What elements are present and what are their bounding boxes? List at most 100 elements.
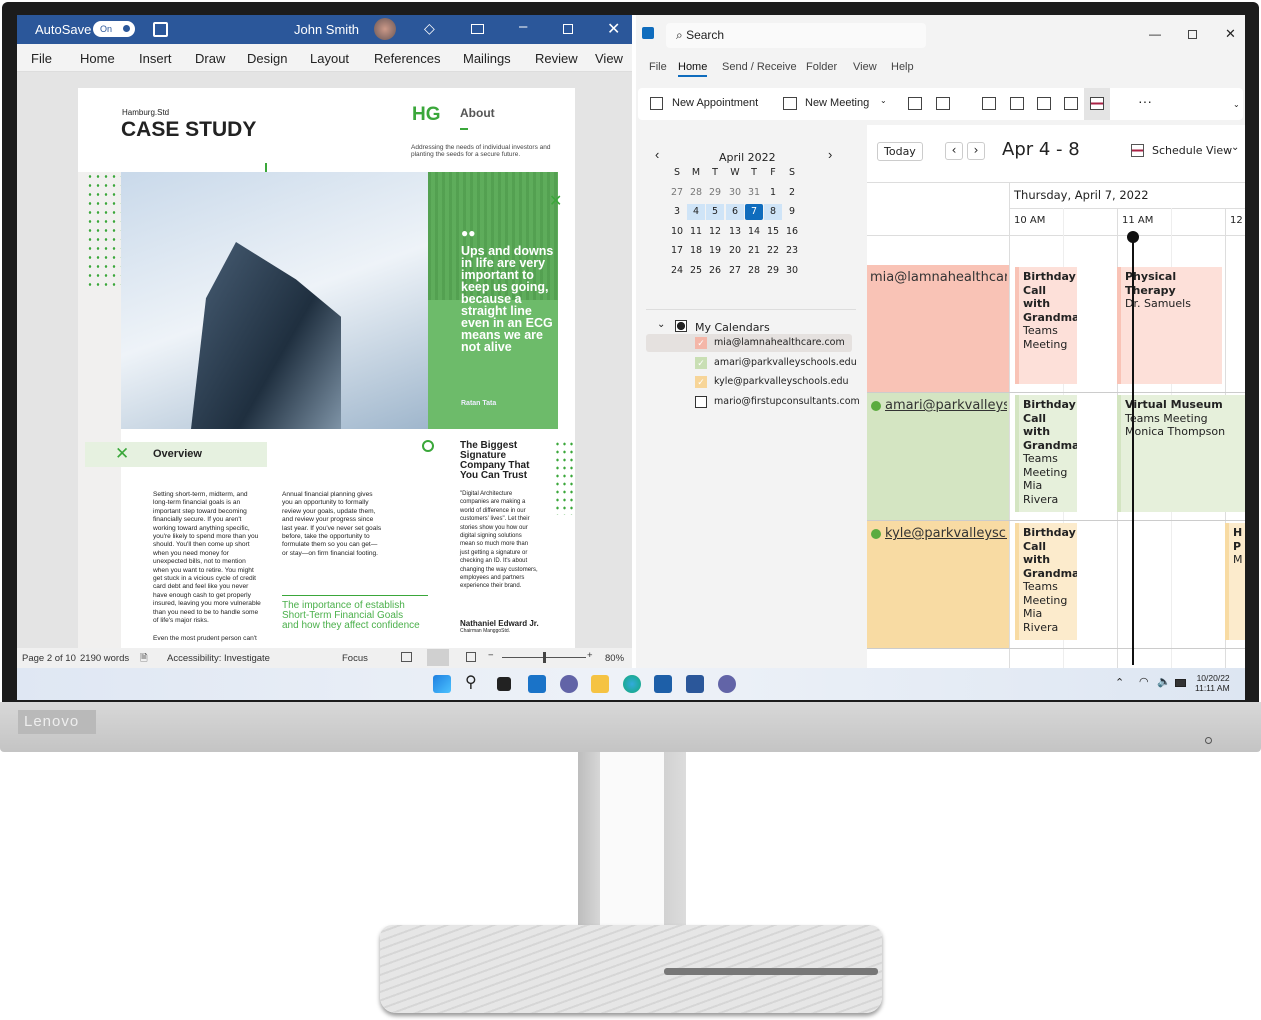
mini-cal-day[interactable]: 20	[726, 243, 744, 259]
volume-icon[interactable]: 🔈	[1157, 675, 1171, 688]
go-to-today-icon[interactable]	[908, 97, 922, 110]
calendar-event[interactable]: Virtual Museum Teams Meeting Monica Thomps…	[1117, 395, 1245, 512]
mini-cal-day[interactable]: 29	[764, 263, 782, 279]
tab-insert[interactable]: Insert	[139, 51, 172, 66]
prev-range-button[interactable]: ‹	[945, 142, 963, 160]
power-icon[interactable]	[1205, 737, 1212, 744]
mini-cal-day[interactable]: 10	[668, 224, 686, 240]
calendar-event[interactable]: Birthday Call with Grandma Teams Meeting	[1015, 267, 1077, 384]
zoom-out-button[interactable]: −	[488, 650, 494, 661]
mini-cal-day[interactable]: 5	[706, 204, 724, 221]
mini-cal-day[interactable]: 23	[783, 243, 801, 259]
mini-cal-day[interactable]: 13	[726, 224, 744, 240]
mini-cal-day[interactable]: 22	[764, 243, 782, 259]
week-view-icon[interactable]	[1037, 97, 1051, 110]
tab-home[interactable]: Home	[80, 51, 115, 66]
calendar-checkbox[interactable]: ✓	[695, 376, 707, 388]
accessibility-status[interactable]: Accessibility: Investigate	[167, 653, 270, 664]
search-input[interactable]: ⌕ Search	[666, 23, 926, 48]
chevron-down-icon[interactable]: ⌄	[1231, 142, 1239, 153]
document-area[interactable]: Hamburg.Std CASE STUDY HG About Addressi…	[17, 72, 632, 648]
calendar-event[interactable]: Birthday Call with Grandma Teams Meeting Mi…	[1015, 395, 1077, 512]
more-options-button[interactable]: ···	[1138, 93, 1152, 109]
edge-icon[interactable]	[623, 675, 641, 693]
calendar-event[interactable]: Birthday Call with Grandma Teams Meeting Mi…	[1015, 523, 1077, 640]
mini-cal-day[interactable]: 6	[726, 204, 744, 221]
autosave-toggle[interactable]: On	[93, 21, 135, 37]
collapse-ribbon-icon[interactable]: ⌄	[1233, 100, 1240, 109]
wifi-icon[interactable]: ◠	[1139, 675, 1149, 688]
mini-cal-day[interactable]: 3	[668, 204, 686, 220]
mini-cal-day[interactable]: 27	[726, 263, 744, 279]
view-switcher[interactable]: Schedule View	[1152, 144, 1232, 157]
mini-cal-day[interactable]: 16	[783, 224, 801, 240]
store-icon[interactable]	[654, 675, 672, 693]
mini-cal-day[interactable]: 9	[783, 204, 801, 220]
zoom-in-button[interactable]: +	[587, 650, 593, 661]
tab-draw[interactable]: Draw	[195, 51, 225, 66]
mini-cal-day[interactable]: 26	[706, 263, 724, 279]
mini-cal-day[interactable]: 30	[783, 263, 801, 279]
mini-cal-day[interactable]: 4	[687, 204, 705, 221]
tab-view[interactable]: View	[595, 51, 623, 66]
mini-cal-day[interactable]: 28	[745, 263, 763, 279]
menu-send-receive[interactable]: Send / Receive	[722, 61, 797, 73]
restore-icon[interactable]	[563, 24, 573, 34]
web-layout-icon[interactable]	[466, 652, 476, 662]
new-appointment-button[interactable]: New Appointment	[672, 97, 758, 109]
search-icon[interactable]: ⚲	[465, 672, 483, 691]
menu-file[interactable]: File	[649, 61, 667, 73]
zoom-slider-thumb[interactable]	[543, 652, 546, 663]
prev-month-button[interactable]: ‹	[655, 147, 659, 162]
teams-icon[interactable]	[718, 675, 736, 693]
next-range-button[interactable]: ›	[967, 142, 985, 160]
group-checkbox[interactable]	[675, 320, 687, 332]
menu-folder[interactable]: Folder	[806, 61, 837, 73]
document-page[interactable]: Hamburg.Std CASE STUDY HG About Addressi…	[78, 88, 575, 648]
battery-icon[interactable]	[1175, 679, 1186, 687]
read-mode-icon[interactable]	[401, 652, 412, 662]
menu-help[interactable]: Help	[891, 61, 914, 73]
mini-cal-day[interactable]: 28	[687, 185, 705, 201]
mini-cal-day[interactable]: 14	[745, 224, 763, 240]
calendar-row-name[interactable]: amari@parkvalleysc	[885, 398, 1007, 413]
chat-icon[interactable]	[560, 675, 578, 693]
new-meeting-button[interactable]: New Meeting	[805, 97, 869, 109]
zoom-level[interactable]: 80%	[605, 653, 624, 664]
calendar-checkbox[interactable]: ✓	[695, 356, 707, 369]
save-icon[interactable]	[153, 22, 168, 37]
focus-button[interactable]: Focus	[342, 653, 368, 664]
tab-mailings[interactable]: Mailings	[463, 51, 511, 66]
calendar-item[interactable]: kyle@parkvalleyschools.edu	[714, 376, 849, 387]
maximize-icon[interactable]	[1188, 30, 1197, 39]
mini-cal-day[interactable]: 18	[687, 243, 705, 259]
avatar[interactable]	[374, 18, 396, 40]
mini-cal-day[interactable]: 15	[764, 224, 782, 240]
mini-cal-day[interactable]: 1	[764, 185, 782, 201]
start-button[interactable]	[433, 675, 451, 693]
mini-cal-day[interactable]: 19	[706, 243, 724, 259]
minimize-icon[interactable]: —	[1149, 27, 1161, 41]
close-icon[interactable]: ✕	[607, 19, 620, 39]
diamond-icon[interactable]: ◇	[424, 20, 435, 37]
mini-cal-day[interactable]: 21	[745, 243, 763, 259]
work-week-icon[interactable]	[1010, 97, 1024, 110]
mini-cal-day[interactable]: 25	[687, 263, 705, 279]
tab-layout[interactable]: Layout	[310, 51, 349, 66]
month-view-icon[interactable]	[1064, 97, 1078, 110]
chevron-down-icon[interactable]: ⌄	[657, 319, 665, 330]
mini-cal-day[interactable]: 2	[783, 185, 801, 201]
today-button[interactable]: Today	[877, 142, 923, 161]
mini-cal-day[interactable]: 11	[687, 224, 705, 240]
mini-cal-day[interactable]: 31	[745, 185, 763, 201]
minimize-icon[interactable]: –	[519, 18, 527, 35]
mini-cal-day[interactable]: 27	[668, 185, 686, 201]
my-calendars-label[interactable]: My Calendars	[695, 321, 770, 334]
mini-cal-day[interactable]: 30	[726, 185, 744, 201]
mini-cal-day[interactable]: 24	[668, 263, 686, 279]
chevron-down-icon[interactable]: ⌄	[880, 96, 887, 105]
page-count[interactable]: Page 2 of 10	[22, 653, 76, 664]
proofing-icon[interactable]: 🗎	[140, 651, 148, 667]
word-taskbar-icon[interactable]	[686, 675, 704, 693]
calendar-item[interactable]: amari@parkvalleyschools.edu	[714, 357, 857, 368]
